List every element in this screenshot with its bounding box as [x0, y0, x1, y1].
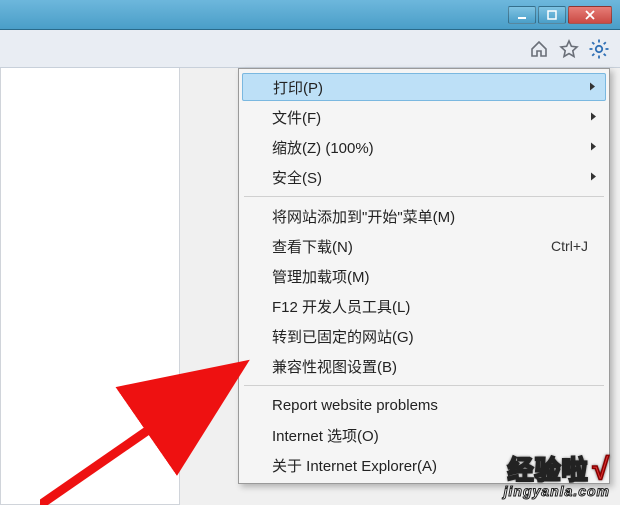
menu-item-file[interactable]: 文件(F) — [242, 102, 606, 132]
submenu-arrow-icon — [590, 169, 598, 186]
menu-item-internet-options[interactable]: Internet 选项(O) — [242, 420, 606, 450]
menu-item-label: 打印(P) — [273, 77, 587, 98]
menu-item-zoom[interactable]: 缩放(Z) (100%) — [242, 132, 606, 162]
menu-item-view-downloads[interactable]: 查看下载(N) Ctrl+J — [242, 231, 606, 261]
menu-item-report-problems[interactable]: Report website problems — [242, 390, 606, 420]
menu-item-add-to-start[interactable]: 将网站添加到"开始"菜单(M) — [242, 201, 606, 231]
window-titlebar — [0, 0, 620, 30]
submenu-arrow-icon — [590, 139, 598, 156]
gear-icon[interactable] — [588, 38, 610, 60]
maximize-button[interactable] — [538, 6, 566, 24]
menu-item-label: F12 开发人员工具(L) — [272, 296, 588, 317]
menu-item-safety[interactable]: 安全(S) — [242, 162, 606, 192]
menu-item-label: 将网站添加到"开始"菜单(M) — [272, 206, 588, 227]
menu-item-label: 管理加载项(M) — [272, 266, 588, 287]
menu-item-f12-devtools[interactable]: F12 开发人员工具(L) — [242, 291, 606, 321]
menu-item-label: 安全(S) — [272, 167, 588, 188]
close-button[interactable] — [568, 6, 612, 24]
menu-separator — [244, 196, 604, 197]
menu-item-pinned-sites[interactable]: 转到已固定的网站(G) — [242, 321, 606, 351]
menu-item-print[interactable]: 打印(P) — [242, 73, 606, 101]
menu-item-manage-addons[interactable]: 管理加载项(M) — [242, 261, 606, 291]
menu-item-label: 兼容性视图设置(B) — [272, 356, 588, 377]
menu-item-label: 文件(F) — [272, 107, 588, 128]
minimize-button[interactable] — [508, 6, 536, 24]
submenu-arrow-icon — [590, 109, 598, 126]
content-area — [0, 68, 180, 505]
submenu-arrow-icon — [589, 79, 597, 96]
favorites-star-icon[interactable] — [558, 38, 580, 60]
menu-item-label: 转到已固定的网站(G) — [272, 326, 588, 347]
menu-item-shortcut: Ctrl+J — [551, 238, 588, 254]
menu-item-label: 查看下载(N) — [272, 236, 551, 257]
menu-item-label: Report website problems — [272, 397, 588, 414]
browser-toolbar — [0, 30, 620, 68]
watermark-url: jingyanla.com — [504, 483, 610, 499]
menu-separator — [244, 385, 604, 386]
menu-item-label: Internet 选项(O) — [272, 425, 588, 446]
menu-item-about-ie[interactable]: 关于 Internet Explorer(A) — [242, 450, 606, 480]
tools-menu: 打印(P) 文件(F) 缩放(Z) (100%) 安全(S) 将网站添加到 — [238, 68, 610, 484]
menu-item-compat-view[interactable]: 兼容性视图设置(B) — [242, 351, 606, 381]
home-icon[interactable] — [528, 38, 550, 60]
menu-item-label: 缩放(Z) (100%) — [272, 137, 588, 158]
menu-item-label: 关于 Internet Explorer(A) — [272, 455, 588, 476]
